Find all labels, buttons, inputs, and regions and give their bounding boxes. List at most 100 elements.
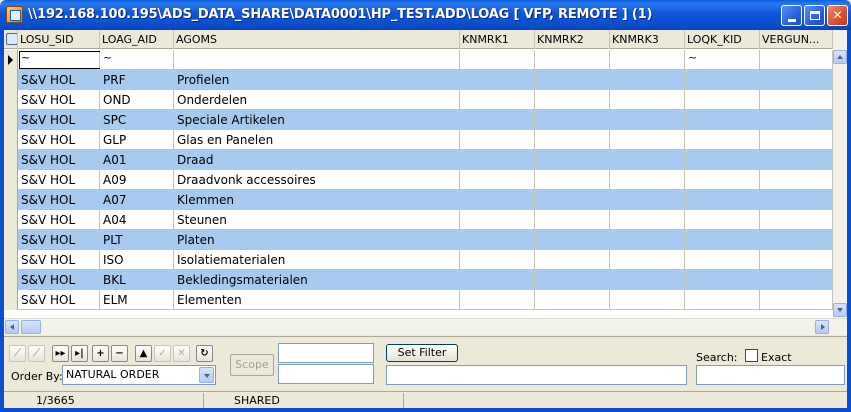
cell-agoms[interactable]: Draadvonk accessoires [174, 170, 460, 190]
cell-losu-sid[interactable]: S&V HOL [18, 230, 100, 250]
table-row[interactable]: S&V HOL BKL Bekledingsmaterialen [4, 270, 833, 290]
cell-vergun[interactable] [760, 150, 833, 170]
search-input[interactable] [696, 365, 845, 385]
cell-loag-aid[interactable]: A07 [100, 190, 174, 210]
cell-knmrk3[interactable] [610, 190, 685, 210]
filter-cell-vergun[interactable] [760, 50, 833, 70]
scroll-left-button[interactable] [5, 320, 19, 334]
cell-knmrk2[interactable] [535, 170, 610, 190]
cell-agoms[interactable]: Glas en Panelen [174, 130, 460, 150]
cell-knmrk2[interactable] [535, 150, 610, 170]
column-header-loag-aid[interactable]: LOAG_AID [100, 30, 174, 49]
cell-agoms[interactable]: Bekledingsmaterialen [174, 270, 460, 290]
cell-loag-aid[interactable]: A09 [100, 170, 174, 190]
table-row[interactable]: S&V HOL A01 Draad [4, 150, 833, 170]
cell-loqk-kid[interactable] [685, 170, 760, 190]
cell-loqk-kid[interactable] [685, 70, 760, 90]
cell-knmrk1[interactable] [460, 110, 535, 130]
cell-knmrk2[interactable] [535, 230, 610, 250]
cell-knmrk1[interactable] [460, 150, 535, 170]
cell-knmrk3[interactable] [610, 150, 685, 170]
scroll-right-button[interactable] [815, 320, 829, 334]
cell-knmrk1[interactable] [460, 210, 535, 230]
cell-loag-aid[interactable]: ELM [100, 290, 174, 310]
cell-losu-sid[interactable]: S&V HOL [18, 210, 100, 230]
cell-agoms[interactable]: Profielen [174, 70, 460, 90]
cell-agoms[interactable]: Steunen [174, 210, 460, 230]
chevron-down-icon[interactable] [199, 367, 214, 383]
cell-agoms[interactable]: Speciale Artikelen [174, 110, 460, 130]
cell-agoms[interactable]: Draad [174, 150, 460, 170]
cell-knmrk3[interactable] [610, 210, 685, 230]
cell-loqk-kid[interactable] [685, 110, 760, 130]
table-row[interactable]: S&V HOL OND Onderdelen [4, 90, 833, 110]
cell-loag-aid[interactable]: PLT [100, 230, 174, 250]
set-filter-button[interactable]: Set Filter [386, 344, 458, 362]
column-header-loqk-kid[interactable]: LOQK_KID [685, 30, 760, 49]
table-row[interactable]: S&V HOL ISO Isolatiematerialen [4, 250, 833, 270]
cell-losu-sid[interactable]: S&V HOL [18, 150, 100, 170]
cell-loag-aid[interactable]: BKL [100, 270, 174, 290]
scroll-down-button[interactable] [833, 303, 847, 317]
cell-loqk-kid[interactable] [685, 290, 760, 310]
cell-losu-sid[interactable]: S&V HOL [18, 290, 100, 310]
cell-knmrk3[interactable] [610, 230, 685, 250]
cell-knmrk1[interactable] [460, 70, 535, 90]
table-row[interactable]: S&V HOL PLT Platen [4, 230, 833, 250]
filter-expression-input[interactable] [386, 365, 687, 385]
cell-loag-aid[interactable]: GLP [100, 130, 174, 150]
cell-knmrk3[interactable] [610, 110, 685, 130]
cell-agoms[interactable]: Elementen [174, 290, 460, 310]
vertical-scrollbar[interactable] [833, 30, 847, 318]
order-by-select[interactable]: NATURAL ORDER [62, 365, 216, 385]
filter-cell-knmrk3[interactable] [610, 50, 685, 70]
edit-icon[interactable]: ⟋ [9, 345, 26, 362]
cell-vergun[interactable] [760, 110, 833, 130]
table-row[interactable]: S&V HOL PRF Profielen [4, 70, 833, 90]
cell-loag-aid[interactable]: PRF [100, 70, 174, 90]
cell-knmrk1[interactable] [460, 250, 535, 270]
column-header-vergun[interactable]: VERGUN... [760, 30, 833, 49]
minimize-button[interactable] [781, 5, 802, 26]
close-button[interactable]: ✕ [827, 5, 848, 26]
cell-loqk-kid[interactable] [685, 190, 760, 210]
cell-knmrk3[interactable] [610, 270, 685, 290]
table-row[interactable]: S&V HOL A04 Steunen [4, 210, 833, 230]
cell-knmrk3[interactable] [610, 250, 685, 270]
cell-losu-sid[interactable]: S&V HOL [18, 90, 100, 110]
post-icon[interactable]: ⟋ [28, 345, 45, 362]
add-record-button[interactable]: + [92, 345, 109, 362]
table-row[interactable]: S&V HOL A09 Draadvonk accessoires [4, 170, 833, 190]
horizontal-scrollbar[interactable] [4, 318, 847, 335]
cell-loqk-kid[interactable] [685, 230, 760, 250]
refresh-button[interactable]: ↻ [196, 345, 213, 362]
column-header-losu-sid[interactable]: LOSU_SID [18, 30, 100, 49]
column-header-agoms[interactable]: AGOMS [174, 30, 460, 49]
cell-knmrk2[interactable] [535, 250, 610, 270]
cell-knmrk2[interactable] [535, 290, 610, 310]
cell-knmrk1[interactable] [460, 90, 535, 110]
cell-knmrk2[interactable] [535, 70, 610, 90]
cell-vergun[interactable] [760, 190, 833, 210]
grid-corner[interactable] [4, 30, 18, 49]
cell-loqk-kid[interactable] [685, 90, 760, 110]
cell-knmrk1[interactable] [460, 130, 535, 150]
cell-loqk-kid[interactable] [685, 270, 760, 290]
cell-knmrk2[interactable] [535, 210, 610, 230]
column-header-knmrk1[interactable]: KNMRK1 [460, 30, 535, 49]
cell-knmrk2[interactable] [535, 110, 610, 130]
scroll-up-button[interactable] [833, 50, 847, 64]
confirm-icon[interactable]: ✓ [154, 345, 171, 362]
table-row[interactable]: S&V HOL SPC Speciale Artikelen [4, 110, 833, 130]
cancel-icon[interactable]: ✕ [173, 345, 190, 362]
cell-vergun[interactable] [760, 210, 833, 230]
filter-cell-agoms[interactable] [174, 50, 460, 70]
filter-cell-knmrk2[interactable] [535, 50, 610, 70]
cell-vergun[interactable] [760, 70, 833, 90]
cell-loag-aid[interactable]: SPC [100, 110, 174, 130]
cell-knmrk2[interactable] [535, 90, 610, 110]
maximize-button[interactable] [804, 5, 825, 26]
table-row[interactable]: S&V HOL GLP Glas en Panelen [4, 130, 833, 150]
cell-knmrk2[interactable] [535, 270, 610, 290]
cell-losu-sid[interactable]: S&V HOL [18, 270, 100, 290]
